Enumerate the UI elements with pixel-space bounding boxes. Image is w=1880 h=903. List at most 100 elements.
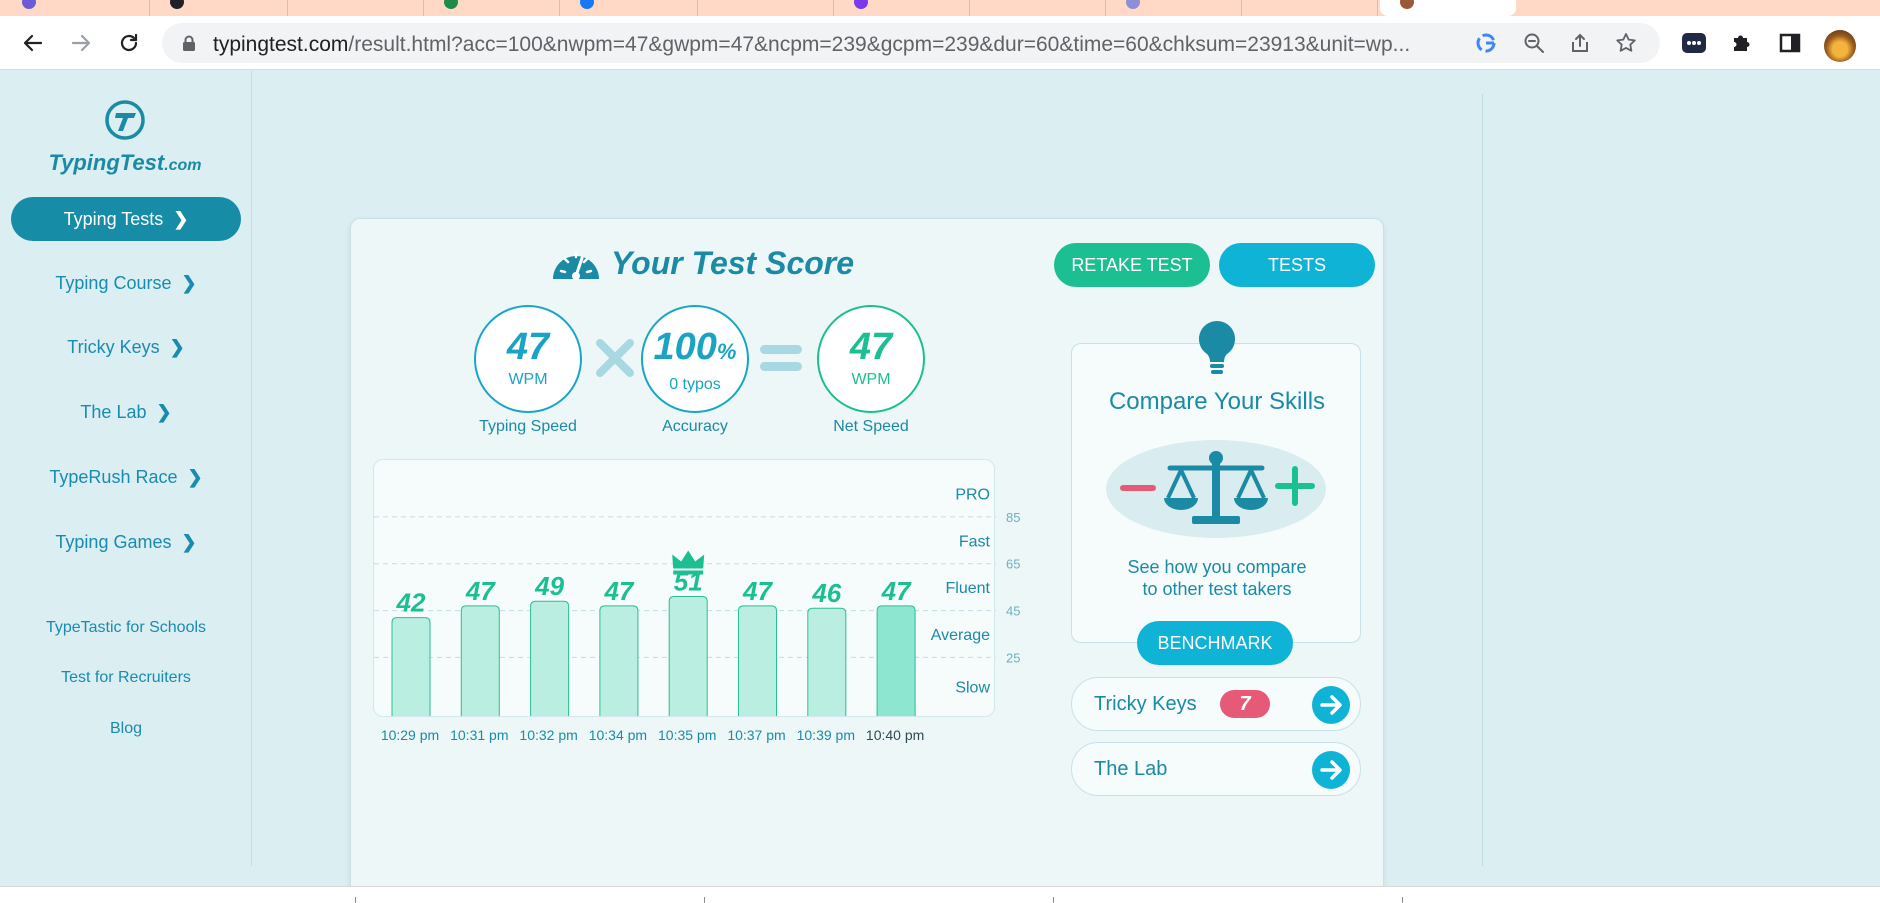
chart-x-tick-label: 10:39 pm xyxy=(797,727,855,743)
tab-favicon-icon xyxy=(1400,0,1414,9)
sidebar-item-typing-tests[interactable]: Typing Tests ❯ xyxy=(11,197,241,241)
site-logo[interactable]: TypingTest.com xyxy=(40,99,210,179)
compare-heading: Compare Your Skills xyxy=(1108,388,1326,415)
back-arrow-icon xyxy=(23,34,43,52)
link-typetastic-for-schools[interactable]: TypeTastic for Schools xyxy=(11,619,241,637)
chart-bar xyxy=(599,605,639,716)
typing-speed-circle: 47 WPM xyxy=(474,305,582,413)
retake-test-button[interactable]: RETAKE TEST xyxy=(1054,243,1210,287)
tricky-keys-link[interactable]: Tricky Keys 7 xyxy=(1071,677,1361,731)
sidebar-item-typing-games[interactable]: Typing Games ❯ xyxy=(11,520,241,564)
accuracy-label: Accuracy xyxy=(662,418,728,435)
chart-bar-value-label: 49 xyxy=(534,571,564,601)
the-lab-link[interactable]: The Lab xyxy=(1071,742,1361,796)
chart-x-tick-label: 10:32 pm xyxy=(519,727,577,743)
sidebar-item-label: Typing Course xyxy=(55,272,172,293)
address-bar[interactable]: typingtest.com/result.html?acc=100&nwpm=… xyxy=(162,23,1660,63)
arrow-right-circle-icon[interactable] xyxy=(1312,686,1350,724)
browser-tab[interactable] xyxy=(288,0,424,16)
browser-tab[interactable] xyxy=(560,0,698,16)
chart-x-tick-label: 10:29 pm xyxy=(381,727,439,743)
chart-bar-value-label: 47 xyxy=(465,576,496,606)
link-test-for-recruiters[interactable]: Test for Recruiters xyxy=(11,669,241,687)
google-lens-icon[interactable] xyxy=(1474,31,1498,55)
link-blog[interactable]: Blog xyxy=(11,720,241,738)
sidebar: TypingTest.com Typing Tests ❯ Typing Cour… xyxy=(0,71,252,866)
brand-name: TypingTest xyxy=(48,150,165,175)
browser-tab[interactable] xyxy=(1106,0,1242,16)
sidebar-item-typing-course[interactable]: Typing Course ❯ xyxy=(11,261,241,305)
browser-tab[interactable] xyxy=(970,0,1106,16)
chart-bar xyxy=(460,605,500,716)
chart-x-tick-label: 10:40 pm xyxy=(866,727,924,743)
chart-bar-value-label: 47 xyxy=(881,576,912,606)
browser-tab[interactable] xyxy=(150,0,288,16)
chevron-right-icon: ❯ xyxy=(156,401,172,422)
scale-illustration xyxy=(1106,440,1326,538)
back-button[interactable] xyxy=(18,28,48,58)
divider-tick xyxy=(704,897,705,903)
sidebar-item-typerush-race[interactable]: TypeRush Race ❯ xyxy=(11,455,241,499)
sidebar-item-label: Tricky Keys xyxy=(67,336,160,357)
net-speed-circle: 47 WPM xyxy=(817,305,925,413)
accuracy-value: 100% xyxy=(643,327,747,372)
tab-favicon-icon xyxy=(854,0,868,9)
lightbulb-icon xyxy=(1198,320,1236,374)
chart-bar xyxy=(738,605,777,716)
chevron-right-icon: ❯ xyxy=(187,466,203,487)
balance-scale-icon xyxy=(1164,451,1268,524)
chart-zone-label: Fast xyxy=(959,533,991,550)
sidebar-item-label: Typing Games xyxy=(55,531,172,552)
chart-x-tick-label: 10:31 pm xyxy=(450,727,508,743)
chart-bar-value-label: 42 xyxy=(396,588,426,618)
sidebar-item-label: Typing Tests xyxy=(63,208,164,229)
accuracy-circle: 100% 0 typos xyxy=(641,305,749,413)
sidebar-item-tricky-keys[interactable]: Tricky Keys ❯ xyxy=(11,325,241,369)
chart-x-tick-label: 10:35 pm xyxy=(658,727,716,743)
tricky-keys-count-badge: 7 xyxy=(1220,690,1270,718)
benchmark-button[interactable]: BENCHMARK xyxy=(1137,621,1293,665)
chart-gridline-value: 85 xyxy=(1006,510,1020,525)
compare-skills-panel: Compare Your Skills See how you compare … xyxy=(1071,343,1361,643)
bookmark-star-icon[interactable] xyxy=(1614,31,1638,55)
typing-speed-value: 47 xyxy=(506,326,550,368)
browser-tab[interactable] xyxy=(424,0,560,16)
active-browser-tab[interactable] xyxy=(1380,0,1516,16)
best-score-crown-icon xyxy=(672,550,705,575)
url-text[interactable]: typingtest.com/result.html?acc=100&nwpm=… xyxy=(213,33,1443,57)
browser-tab[interactable] xyxy=(1242,0,1378,16)
chevron-right-icon: ❯ xyxy=(169,336,185,357)
compare-description-line: See how you compare xyxy=(1127,557,1307,577)
extension-icon[interactable] xyxy=(1680,29,1708,57)
url-host: typingtest.com xyxy=(213,33,349,56)
net-speed-unit: WPM xyxy=(851,371,891,388)
profile-avatar[interactable] xyxy=(1824,30,1856,62)
chart-bar xyxy=(807,607,847,716)
chevron-right-icon: ❯ xyxy=(173,208,189,229)
sidebar-item-label: TypeRush Race xyxy=(49,466,178,487)
reload-button[interactable] xyxy=(114,28,144,58)
typingtest-logo-icon xyxy=(105,100,145,140)
tab-favicon-icon xyxy=(1126,0,1140,9)
accuracy-number: 100 xyxy=(653,326,717,368)
typo-count: 0 typos xyxy=(669,376,721,393)
score-header: Your Test Score xyxy=(551,243,854,283)
chart-bar xyxy=(530,600,570,716)
arrow-right-circle-icon[interactable] xyxy=(1312,751,1350,789)
extensions-puzzle-icon[interactable] xyxy=(1728,29,1756,57)
side-panel-icon[interactable] xyxy=(1776,29,1804,57)
browser-tab[interactable] xyxy=(0,0,150,16)
compare-description-line: to other test takers xyxy=(1142,579,1292,599)
tests-button[interactable]: TESTS xyxy=(1219,243,1375,287)
zoom-out-icon[interactable] xyxy=(1522,31,1546,55)
browser-tab[interactable] xyxy=(834,0,970,16)
share-icon[interactable] xyxy=(1568,31,1592,55)
chart-x-axis-labels: 10:29 pm 10:31 pm 10:32 pm 10:34 pm 10:35 pm… xyxy=(381,727,924,743)
chart-gridline-value: 45 xyxy=(1006,604,1020,619)
forward-button[interactable] xyxy=(66,28,96,58)
divider-tick xyxy=(1402,897,1403,903)
sidebar-item-the-lab[interactable]: The Lab ❯ xyxy=(11,390,241,434)
chart-zone-label: Average xyxy=(931,627,990,644)
chart-bar-value-label: 47 xyxy=(603,576,634,606)
browser-tab[interactable] xyxy=(698,0,834,16)
